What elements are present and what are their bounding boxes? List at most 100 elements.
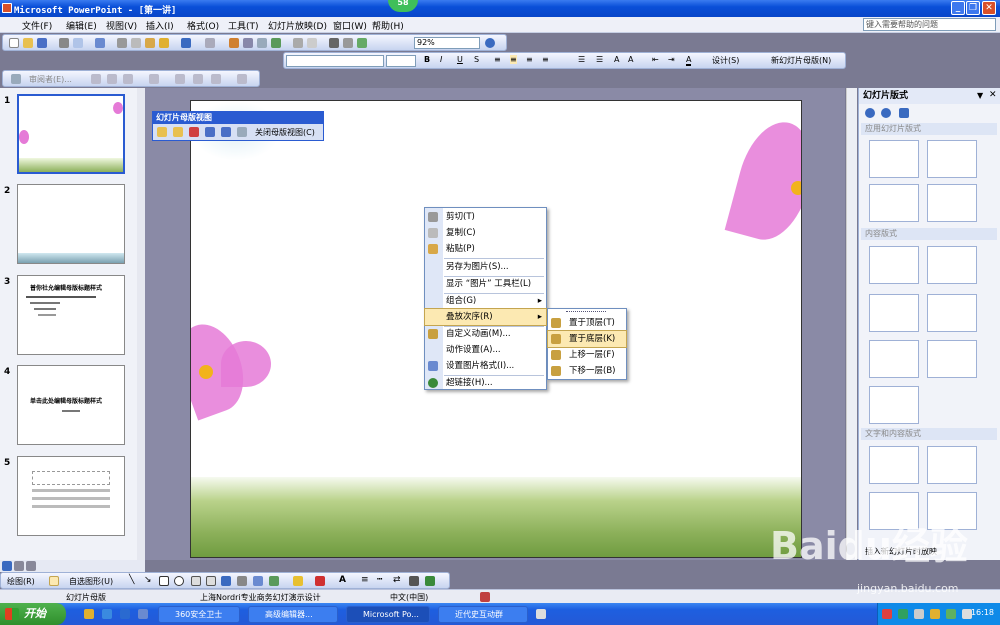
oval-icon[interactable] bbox=[174, 576, 184, 586]
menu-insert[interactable]: 插入(I) bbox=[146, 19, 174, 32]
normal-view-icon[interactable] bbox=[2, 561, 12, 571]
bold-icon[interactable]: B bbox=[424, 55, 430, 64]
align-center-icon[interactable]: ≡ bbox=[510, 55, 517, 64]
spelling-icon[interactable] bbox=[95, 38, 105, 48]
tray-icon-4[interactable] bbox=[930, 609, 940, 619]
menu-item-cut[interactable]: 剪切(T) bbox=[425, 209, 546, 225]
rectangle-icon[interactable] bbox=[159, 576, 169, 586]
layout-content[interactable] bbox=[927, 246, 977, 284]
3d-style-icon[interactable] bbox=[425, 576, 435, 586]
master-layout-icon[interactable] bbox=[237, 127, 247, 137]
arrow-style-icon[interactable]: ⇄ bbox=[393, 575, 401, 585]
numbering-icon[interactable]: ☰ bbox=[578, 55, 585, 64]
dash-style-icon[interactable]: ┅ bbox=[377, 575, 382, 585]
print-icon[interactable] bbox=[59, 38, 69, 48]
undo-icon[interactable] bbox=[181, 38, 191, 48]
insert-master-icon[interactable] bbox=[157, 127, 167, 137]
insert-comment-icon[interactable] bbox=[175, 74, 185, 84]
edit-comment-icon[interactable] bbox=[193, 74, 203, 84]
task-icon-extra[interactable] bbox=[536, 609, 546, 619]
font-color-icon[interactable]: A bbox=[339, 575, 346, 585]
reviewing-pane-icon[interactable] bbox=[237, 74, 247, 84]
layout-content-large[interactable] bbox=[869, 386, 919, 424]
align-right-icon[interactable]: ≡ bbox=[526, 55, 533, 64]
show-formatting-icon[interactable] bbox=[329, 38, 339, 48]
shadow-icon[interactable]: S bbox=[474, 55, 479, 64]
chart-icon[interactable] bbox=[229, 38, 239, 48]
tray-icon-5[interactable] bbox=[946, 609, 956, 619]
layout-four-content-alt[interactable] bbox=[927, 340, 977, 378]
layout-text-content-1[interactable] bbox=[869, 446, 919, 484]
slide-thumbnail-3[interactable]: 普你社允编辑母版标题样式 bbox=[17, 275, 125, 355]
next-comment-icon[interactable] bbox=[107, 74, 117, 84]
arrow-icon[interactable]: ↘ bbox=[144, 575, 152, 585]
insert-picture-icon[interactable] bbox=[271, 38, 281, 48]
justify-icon[interactable]: ≡ bbox=[542, 55, 549, 64]
open-icon[interactable] bbox=[23, 38, 33, 48]
layout-text-content-2[interactable] bbox=[927, 446, 977, 484]
diagram-icon[interactable] bbox=[237, 576, 247, 586]
select-pointer-icon[interactable] bbox=[49, 576, 59, 586]
menu-item-show-picture-toolbar[interactable]: 显示 “图片” 工具栏(L) bbox=[425, 276, 546, 292]
tray-icon-2[interactable] bbox=[898, 609, 908, 619]
reviewer-icon[interactable] bbox=[11, 74, 21, 84]
print-preview-icon[interactable] bbox=[73, 38, 83, 48]
cut-icon[interactable] bbox=[117, 38, 127, 48]
restore-button[interactable]: ❐ bbox=[966, 1, 980, 15]
slideshow-view-icon[interactable] bbox=[26, 561, 36, 571]
layout-four-content[interactable] bbox=[869, 340, 919, 378]
slide-thumbnail-2[interactable] bbox=[17, 184, 125, 264]
zoom-select[interactable]: 92% bbox=[414, 37, 480, 49]
insert-title-master-icon[interactable] bbox=[173, 127, 183, 137]
layout-two-content[interactable] bbox=[869, 294, 919, 332]
align-left-icon[interactable]: ≡ bbox=[494, 55, 501, 64]
task-powerpoint[interactable]: Microsoft Po... bbox=[346, 606, 430, 623]
slide-scrollbar[interactable] bbox=[846, 88, 857, 560]
grid-icon[interactable] bbox=[307, 38, 317, 48]
line-style-icon[interactable]: ≡ bbox=[361, 575, 369, 585]
clipart-icon[interactable] bbox=[253, 576, 263, 586]
menu-view[interactable]: 视图(V) bbox=[106, 19, 137, 32]
slide-thumbnail-5[interactable] bbox=[17, 456, 125, 536]
font-select[interactable] bbox=[286, 55, 384, 67]
format-painter-icon[interactable] bbox=[159, 38, 169, 48]
menu-item-action-settings[interactable]: 动作设置(A)... bbox=[425, 342, 546, 358]
back-icon[interactable] bbox=[865, 108, 875, 118]
menu-tools[interactable]: 工具(T) bbox=[228, 19, 259, 32]
vertical-textbox-icon[interactable] bbox=[206, 576, 216, 586]
menu-format[interactable]: 格式(O) bbox=[187, 19, 219, 32]
paste-icon[interactable] bbox=[145, 38, 155, 48]
task-360[interactable]: 360安全卫士 bbox=[158, 606, 240, 623]
italic-icon[interactable]: I bbox=[440, 55, 442, 64]
menu-window[interactable]: 窗口(W) bbox=[333, 19, 367, 32]
expand-icon[interactable] bbox=[293, 38, 303, 48]
prev-comment-icon[interactable] bbox=[91, 74, 101, 84]
new-master-button[interactable]: 新幻灯片母版(N) bbox=[771, 55, 831, 66]
delete-comment-icon[interactable] bbox=[211, 74, 221, 84]
layout-blank[interactable] bbox=[869, 246, 919, 284]
menu-help[interactable]: 帮助(H) bbox=[372, 19, 404, 32]
help-search-input[interactable]: 键入需要帮助的问题 bbox=[863, 18, 996, 31]
task-chat-group[interactable]: 近代史互动群 bbox=[438, 606, 528, 623]
increase-font-icon[interactable]: A bbox=[614, 55, 619, 64]
grid-lines-icon[interactable] bbox=[343, 38, 353, 48]
quicklaunch-icon-2[interactable] bbox=[102, 609, 112, 619]
menu-item-order[interactable]: 叠放次序(R) ▸ bbox=[424, 308, 547, 326]
forward-icon[interactable] bbox=[881, 108, 891, 118]
close-master-view-button[interactable]: 关闭母版视图(C) bbox=[255, 127, 315, 138]
menu-file[interactable]: 文件(F) bbox=[22, 19, 52, 32]
layout-title-list[interactable] bbox=[927, 184, 977, 222]
wordart-icon[interactable] bbox=[221, 576, 231, 586]
design-button[interactable]: 设计(S) bbox=[712, 55, 739, 66]
new-icon[interactable] bbox=[9, 38, 19, 48]
autoshapes-button[interactable]: 自选图形(U) bbox=[69, 576, 113, 587]
copy-icon[interactable] bbox=[131, 38, 141, 48]
decrease-indent-icon[interactable]: ⇤ bbox=[652, 55, 659, 64]
menu-item-custom-animation[interactable]: 自定义动画(M)... bbox=[425, 326, 546, 342]
menu-item-send-backward[interactable]: 下移一层(B) bbox=[548, 363, 626, 379]
menu-item-hyperlink[interactable]: 超链接(H)... bbox=[425, 375, 546, 391]
thumbnail-scrollbar[interactable] bbox=[137, 88, 145, 560]
menu-item-bring-forward[interactable]: 上移一层(F) bbox=[548, 347, 626, 363]
rename-master-icon[interactable] bbox=[221, 127, 231, 137]
tables-borders-icon[interactable] bbox=[257, 38, 267, 48]
